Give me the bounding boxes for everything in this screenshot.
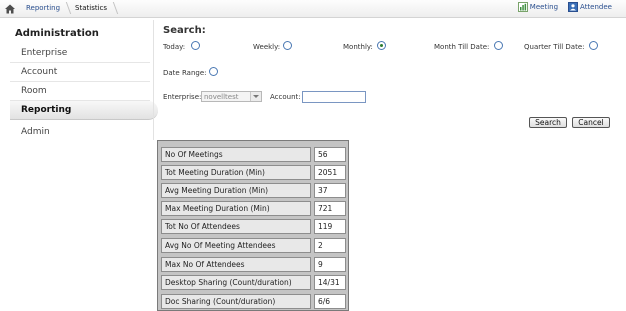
stat-label: Max No Of Attendees — [161, 257, 311, 272]
attendee-icon — [568, 2, 579, 12]
today-label: Today: — [163, 43, 186, 51]
sidebar-item-room[interactable]: Room — [10, 82, 150, 101]
stat-value: 6/6 — [314, 294, 346, 309]
date-range-label: Date Range: — [163, 69, 207, 77]
statistics-table: No Of Meetings 56 Tot Meeting Duration (… — [157, 140, 349, 311]
stat-label: No Of Meetings — [161, 147, 311, 162]
cancel-button[interactable]: Cancel — [572, 117, 610, 128]
enterprise-select-value: novelltest — [204, 93, 239, 101]
stat-value: 119 — [314, 219, 346, 234]
today-radio[interactable] — [191, 41, 200, 50]
search-heading: Search: — [163, 25, 206, 36]
sidebar-item-admin[interactable]: Admin — [10, 123, 150, 141]
quarter-till-date-label: Quarter Till Date: — [524, 43, 585, 51]
stat-value: 14/31 — [314, 275, 346, 290]
search-button[interactable]: Search — [529, 117, 567, 128]
top-bar: Reporting Statistics Meeting Attendee — [0, 0, 626, 18]
account-label: Account: — [270, 93, 301, 101]
meeting-chart-icon — [517, 2, 528, 12]
meeting-link-label: Meeting — [529, 3, 559, 11]
stat-label: Avg No Of Meeting Attendees — [161, 238, 311, 253]
stat-value: 56 — [314, 147, 346, 162]
quarter-till-date-radio[interactable] — [589, 41, 598, 50]
home-icon[interactable] — [4, 3, 16, 15]
stat-label: Desktop Sharing (Count/duration) — [161, 275, 311, 290]
sidebar-divider — [153, 20, 154, 140]
stat-value: 9 — [314, 257, 346, 272]
account-input[interactable] — [302, 91, 366, 103]
weekly-label: Weekly: — [253, 43, 281, 51]
sidebar-title: Administration — [15, 28, 99, 39]
attendee-link-label: Attendee — [580, 3, 612, 11]
month-till-date-radio[interactable] — [494, 41, 503, 50]
monthly-label: Monthly: — [343, 43, 373, 51]
breadcrumb-reporting[interactable]: Reporting — [20, 1, 69, 16]
stat-value: 2 — [314, 238, 346, 253]
admin-sidebar: Administration Enterprise Account Room R… — [10, 26, 158, 141]
chevron-down-icon — [250, 92, 261, 101]
attendee-link[interactable]: Attendee — [568, 2, 612, 12]
monthly-radio[interactable] — [377, 41, 386, 50]
enterprise-select[interactable]: novelltest — [201, 91, 262, 102]
enterprise-label: Enterprise: — [163, 93, 202, 101]
sidebar-item-account[interactable]: Account — [10, 63, 150, 82]
breadcrumb-statistics: Statistics — [69, 1, 116, 16]
breadcrumb: Reporting Statistics — [4, 1, 116, 16]
sidebar-item-reporting[interactable]: Reporting — [10, 101, 158, 120]
stat-value: 37 — [314, 183, 346, 198]
stat-label: Avg Meeting Duration (Min) — [161, 183, 311, 198]
stat-value: 721 — [314, 201, 346, 216]
stat-label: Tot Meeting Duration (Min) — [161, 165, 311, 180]
date-range-radio[interactable] — [209, 67, 218, 76]
month-till-date-label: Month Till Date: — [434, 43, 490, 51]
stat-label: Tot No Of Attendees — [161, 219, 311, 234]
stat-label: Max Meeting Duration (Min) — [161, 201, 311, 216]
stat-label: Doc Sharing (Count/duration) — [161, 294, 311, 309]
sidebar-item-enterprise[interactable]: Enterprise — [10, 44, 150, 63]
weekly-radio[interactable] — [283, 41, 292, 50]
stat-value: 2051 — [314, 165, 346, 180]
meeting-link[interactable]: Meeting — [517, 2, 559, 12]
